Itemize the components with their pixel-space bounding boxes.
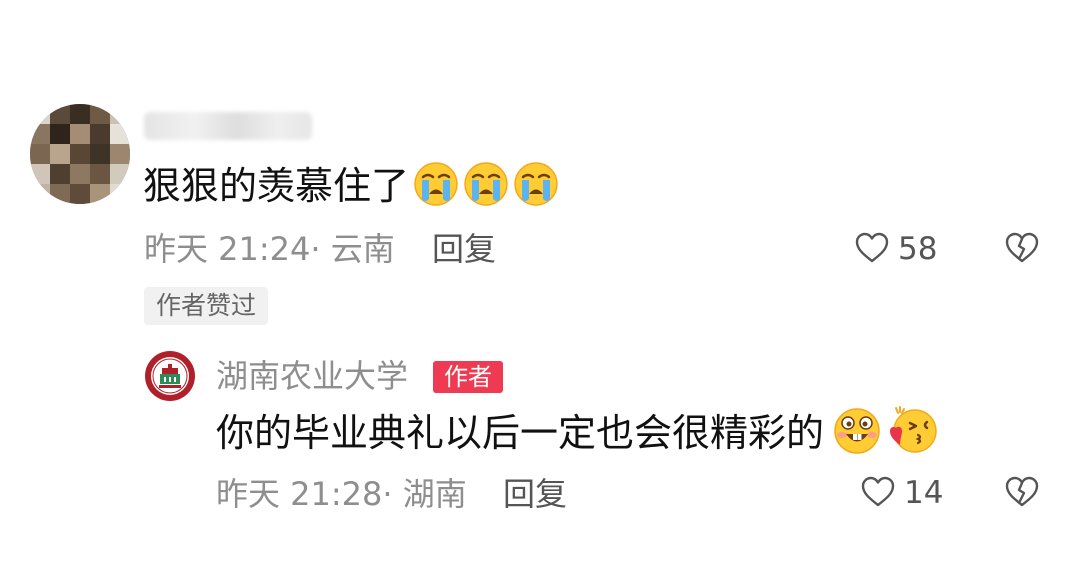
reply-like-count: 14 bbox=[904, 475, 944, 511]
avatar-mosaic-tile bbox=[90, 164, 110, 184]
reply-meta: 昨天 21:28· 湖南 bbox=[216, 474, 467, 514]
broken-heart-icon bbox=[1005, 476, 1039, 507]
avatar-mosaic-tile bbox=[50, 184, 70, 204]
broken-heart-icon bbox=[1005, 232, 1039, 263]
reply-location: · 湖南 bbox=[382, 475, 467, 513]
avatar-mosaic-tile bbox=[70, 164, 90, 184]
avatar-mosaic-tile bbox=[70, 124, 90, 144]
comment-emoji-row bbox=[413, 161, 559, 207]
avatar-mosaic-tile bbox=[30, 184, 50, 204]
author-liked-badge: 作者赞过 bbox=[144, 287, 269, 325]
reply-emoji-row bbox=[832, 405, 938, 455]
avatar-mosaic-tile bbox=[70, 184, 90, 204]
comment-meta: 昨天 21:24· 云南 bbox=[144, 229, 395, 269]
comment-text: 狠狠的羡慕住了 bbox=[143, 164, 410, 208]
avatar-mosaic-tile bbox=[110, 124, 130, 144]
reply-time: 昨天 21:28 bbox=[216, 475, 383, 513]
avatar-mosaic-tile bbox=[30, 144, 50, 164]
crying-face-icon bbox=[464, 162, 508, 206]
avatar-mosaic-tile bbox=[30, 104, 50, 124]
reply-reply-button[interactable]: 回复 bbox=[503, 474, 567, 514]
comment-time: 昨天 21:24 bbox=[144, 230, 311, 268]
crying-face-icon bbox=[514, 162, 558, 206]
avatar-mosaic-tile bbox=[30, 164, 50, 184]
avatar-mosaic-tile bbox=[50, 124, 70, 144]
avatar-mosaic-tile bbox=[110, 184, 130, 204]
reply-text: 你的毕业典礼以后一定也会很精彩的 bbox=[216, 411, 825, 455]
avatar-mosaic-tile bbox=[90, 104, 110, 124]
user-avatar[interactable] bbox=[30, 104, 130, 204]
avatar-mosaic-tile bbox=[50, 104, 70, 124]
university-seal-icon bbox=[145, 351, 195, 401]
avatar-mosaic-tile bbox=[110, 104, 130, 124]
avatar-mosaic-tile bbox=[50, 164, 70, 184]
avatar-mosaic-tile bbox=[90, 124, 110, 144]
comment-location: · 云南 bbox=[310, 230, 395, 268]
avatar-mosaic-tile bbox=[70, 144, 90, 164]
author-badge: 作者 bbox=[433, 361, 503, 393]
crying-face-icon bbox=[414, 162, 458, 206]
comment-like-count: 58 bbox=[898, 231, 938, 267]
kissing-heart-face-icon bbox=[890, 406, 937, 453]
school-logo-avatar[interactable] bbox=[144, 350, 196, 402]
reply-dislike-button[interactable] bbox=[1004, 474, 1040, 510]
avatar-mosaic-tile bbox=[70, 104, 90, 124]
comment-dislike-button[interactable] bbox=[1004, 230, 1040, 266]
avatar-mosaic-tile bbox=[110, 164, 130, 184]
avatar-mosaic-tile bbox=[110, 144, 130, 164]
reply-like-button[interactable] bbox=[860, 474, 896, 510]
heart-outline-icon bbox=[855, 232, 889, 263]
heart-outline-icon bbox=[861, 476, 895, 507]
avatar-mosaic-tile bbox=[90, 184, 110, 204]
comment-reply-button[interactable]: 回复 bbox=[432, 229, 496, 269]
grinning-buck-teeth-face-icon bbox=[834, 408, 880, 454]
username-blurred[interactable] bbox=[144, 112, 312, 140]
comment-like-button[interactable] bbox=[854, 230, 890, 266]
reply-author-name[interactable]: 湖南农业大学 bbox=[216, 356, 408, 396]
avatar-mosaic-tile bbox=[30, 124, 50, 144]
avatar-mosaic-tile bbox=[50, 144, 70, 164]
avatar-mosaic-tile bbox=[90, 144, 110, 164]
